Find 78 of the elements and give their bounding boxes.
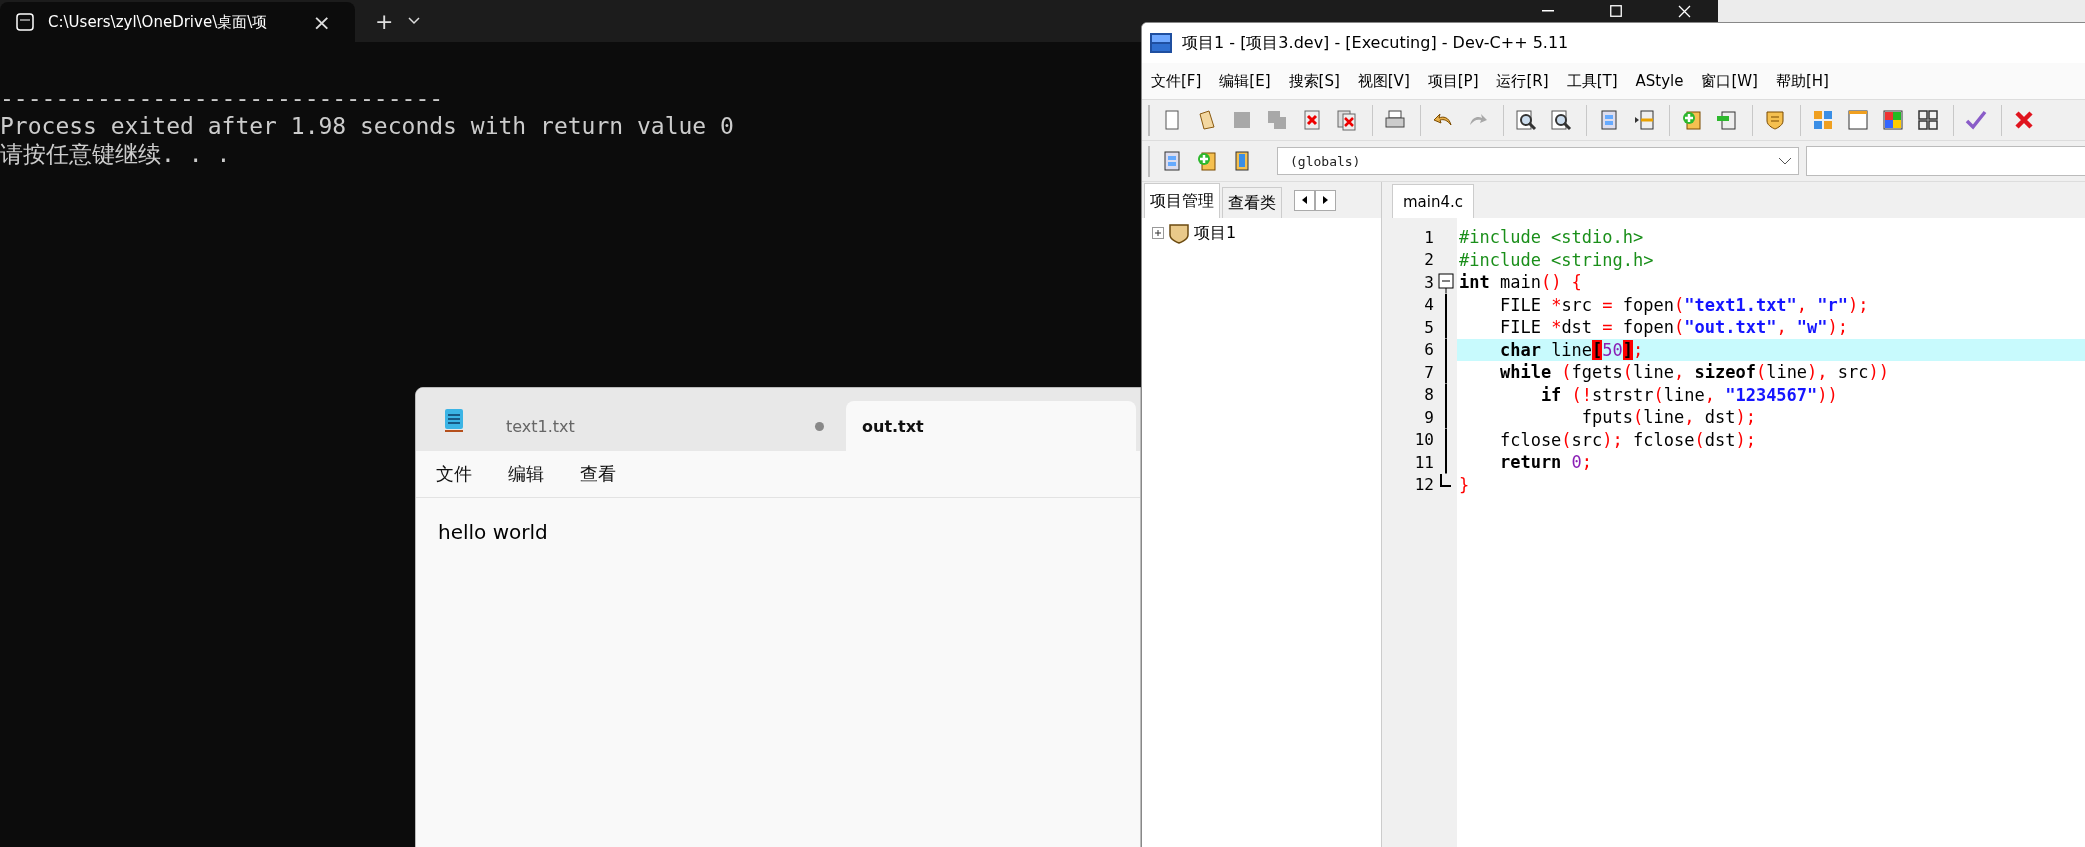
console-output-line: Process exited after 1.98 seconds with return value 0 <box>0 112 734 140</box>
code-line: int main() { <box>1458 271 1583 294</box>
search-icon <box>1548 108 1573 132</box>
scroll-left-button[interactable] <box>1294 189 1315 211</box>
code-line: fclose(src); fclose(dst); <box>1498 428 1757 451</box>
file-tab[interactable]: out.txt <box>846 401 1136 451</box>
notepad-icon <box>443 406 464 433</box>
function-dropdown[interactable] <box>1806 146 2085 176</box>
terminal-tab[interactable]: C:\Users\zyl\OneDrive\桌面\项 × <box>0 2 355 42</box>
line-number: 8 <box>1423 385 1434 405</box>
editor-tab[interactable]: main4.c <box>1392 184 1475 218</box>
line-number: 3 <box>1423 272 1434 292</box>
window-icon <box>1845 108 1870 132</box>
file-tab[interactable]: text1.txt <box>491 401 846 451</box>
chevron-down-icon <box>1778 156 1792 166</box>
menu-item[interactable]: 查看 <box>580 462 616 486</box>
menu-item[interactable]: 工具[T] <box>1566 71 1618 91</box>
line-number: 10 <box>1413 430 1434 450</box>
code-line: #include <string.h> <box>1458 248 1655 271</box>
console-output-line: -------------------------------- <box>0 84 444 112</box>
search-icon <box>1513 108 1538 132</box>
line-number: 4 <box>1423 295 1434 315</box>
menu-item[interactable]: 编辑[E] <box>1219 71 1271 91</box>
fold-end <box>1439 473 1452 487</box>
minus-page-icon <box>1714 108 1739 132</box>
menu-item[interactable]: 编辑 <box>508 462 544 486</box>
menu-item[interactable]: 项目[P] <box>1427 71 1479 91</box>
code-line: FILE *dst = fopen("out.txt", "w"); <box>1498 316 1850 339</box>
window-title: 项目1 - [项目3.dev] - [Executing] - Dev-C++ 5.11 <box>1182 32 1569 54</box>
tab-title: C:\Users\zyl\OneDrive\桌面\项 <box>48 12 269 32</box>
code-line: fputs(line, dst); <box>1580 406 1757 429</box>
code-line: FILE *src = fopen("text1.txt", "r"); <box>1498 293 1870 316</box>
console-icon <box>16 13 34 31</box>
panel-tab[interactable]: 项目管理 <box>1144 183 1220 218</box>
new-tab-button[interactable]: + <box>367 0 402 42</box>
menu-item[interactable]: 搜索[S] <box>1288 71 1340 91</box>
document-text: hello world <box>437 519 549 544</box>
line-number: 11 <box>1413 452 1434 472</box>
code-line: return 0; <box>1498 451 1594 474</box>
line-number: 12 <box>1413 475 1434 495</box>
line-number: 2 <box>1423 250 1434 270</box>
scroll-right-button[interactable] <box>1315 189 1336 211</box>
project-icon <box>1168 222 1190 244</box>
menu-item[interactable]: AStyle <box>1635 72 1684 90</box>
line-number: 9 <box>1423 407 1434 427</box>
left-arrow-icon <box>1301 196 1308 204</box>
grid-icon <box>1915 108 1940 132</box>
unsaved-dot <box>815 421 824 431</box>
color-tiles-icon <box>1880 108 1905 132</box>
pages-cross-icon <box>1334 108 1359 132</box>
dropdown-chevron-icon[interactable] <box>407 16 422 26</box>
menu-item[interactable]: 文件[F] <box>1151 71 1202 91</box>
line-number: 1 <box>1423 227 1434 247</box>
expand-icon[interactable] <box>1152 227 1164 239</box>
check-icon <box>1963 108 1988 132</box>
console-output-line: 请按任意键继续. . . <box>0 140 231 168</box>
code-line: #include <stdio.h> <box>1458 226 1645 249</box>
menu-item[interactable]: 窗口[W] <box>1701 71 1758 91</box>
line-number: 6 <box>1423 340 1434 360</box>
close-tab-button[interactable]: × <box>304 9 339 35</box>
panel-tab[interactable]: 查看类 <box>1222 187 1282 218</box>
tree-item[interactable]: 项目1 <box>1194 222 1237 244</box>
menu-item[interactable]: 运行[R] <box>1496 71 1549 91</box>
line-number: 7 <box>1423 362 1434 382</box>
fold-minus-icon[interactable] <box>1437 271 1454 294</box>
scope-dropdown[interactable]: (globals) <box>1277 147 1799 175</box>
minimize-icon[interactable] <box>1542 10 1554 12</box>
app-logo-icon <box>1150 33 1172 53</box>
menu-item[interactable]: 视图[V] <box>1357 71 1410 91</box>
menu-item[interactable]: 文件 <box>436 462 472 486</box>
code-line: } <box>1458 473 1471 496</box>
maximize-icon[interactable] <box>1610 5 1622 17</box>
menu-item[interactable]: 帮助[H] <box>1776 71 1829 91</box>
code-line: if (!strstr(line, "1234567")) <box>1539 383 1839 406</box>
code-line: while (fgets(line, sizeof(line), src)) <box>1498 361 1891 384</box>
close-icon[interactable] <box>1677 4 1691 18</box>
right-arrow-icon <box>1322 196 1329 204</box>
line-number: 5 <box>1423 317 1434 337</box>
